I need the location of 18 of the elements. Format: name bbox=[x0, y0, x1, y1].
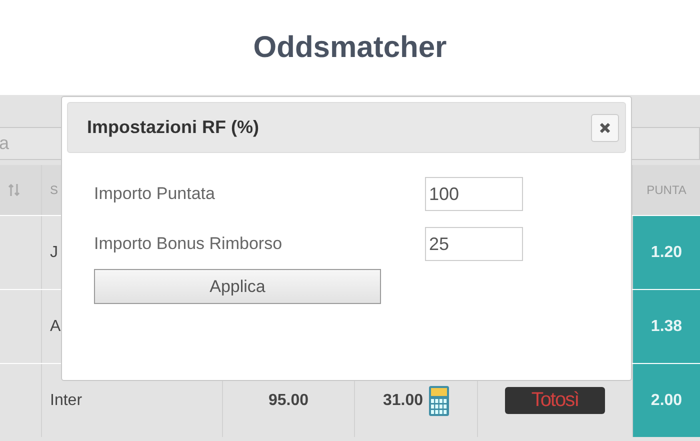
column-header: PUNTA bbox=[646, 183, 686, 197]
odds-value: 95.00 bbox=[268, 392, 309, 410]
dialog-title: Impostazioni RF (%) bbox=[87, 117, 259, 138]
team-name: J bbox=[50, 244, 58, 262]
odds-value: 31.00 bbox=[382, 392, 424, 410]
field-label: Importo Puntata bbox=[94, 184, 216, 204]
team-name: A bbox=[50, 318, 61, 336]
calculator-icon[interactable] bbox=[429, 386, 450, 416]
field-label: Importo Bonus Rimborso bbox=[94, 234, 284, 254]
bookmaker-logo: Totosì bbox=[505, 387, 605, 414]
team-name: Inter bbox=[50, 392, 82, 410]
page-title: Oddsmatcher bbox=[253, 30, 447, 64]
apply-button[interactable]: Applica bbox=[94, 269, 381, 304]
column-header: S bbox=[50, 183, 58, 197]
input-field[interactable]: 100 bbox=[425, 177, 523, 211]
input-field[interactable]: 25 bbox=[425, 227, 523, 261]
close-icon bbox=[599, 122, 611, 134]
close-button[interactable] bbox=[591, 114, 619, 142]
